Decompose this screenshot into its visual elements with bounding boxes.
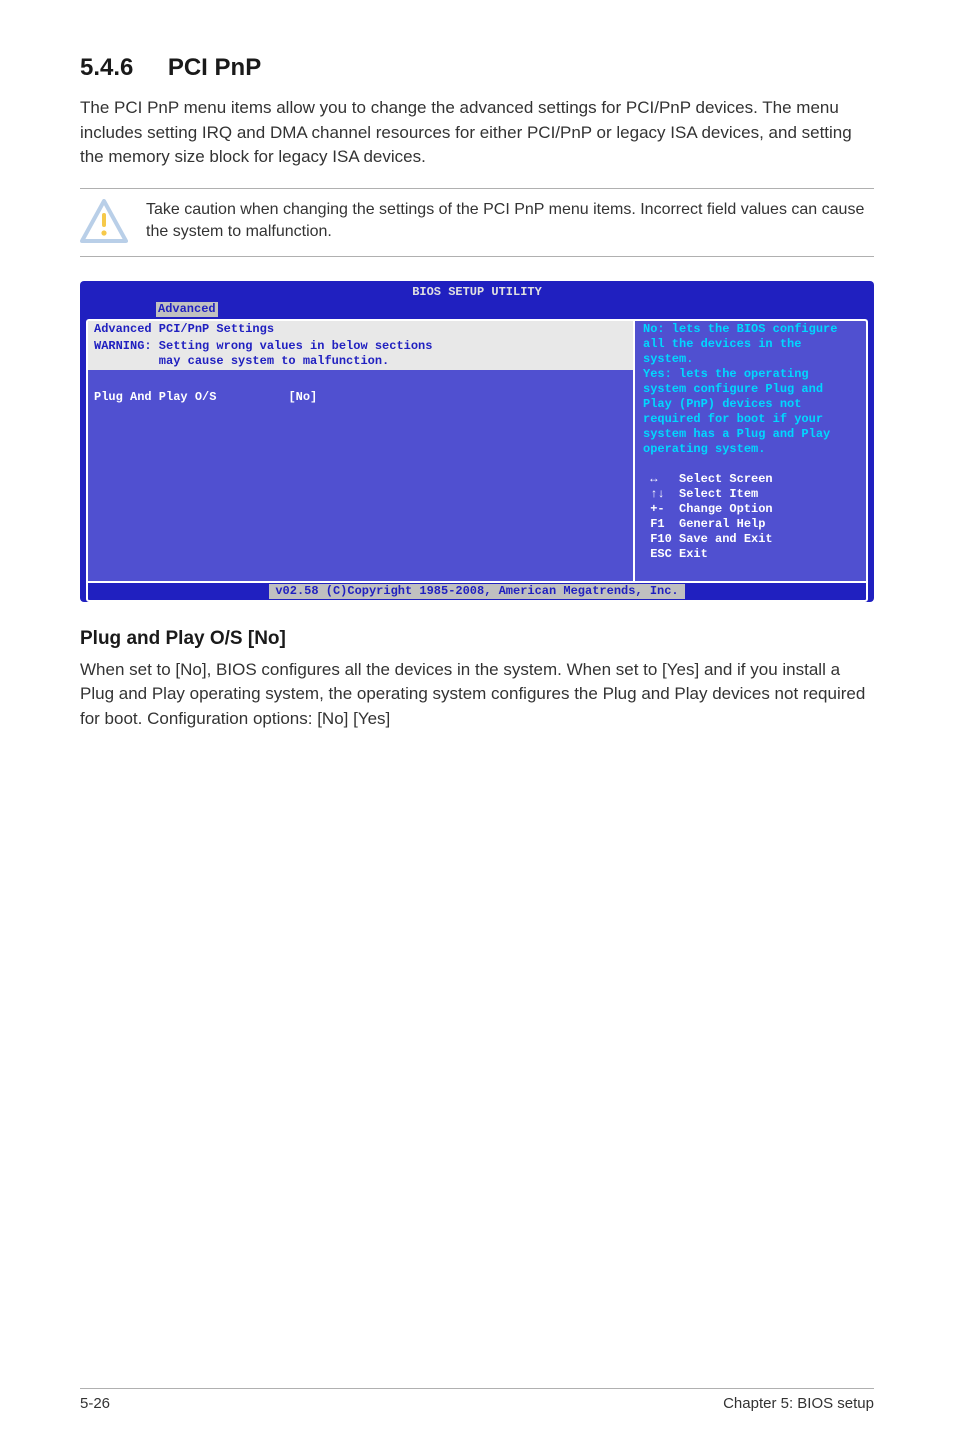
key-label: Select Item [679,487,758,501]
page-footer: 5-26 Chapter 5: BIOS setup [80,1388,874,1412]
arrow-lr-icon: ↔ [650,472,657,486]
bios-tab-bar: Advanced [86,302,868,317]
section-title: PCI PnP [168,54,261,81]
key-label: Exit [679,547,708,561]
bios-help-text: No: lets the BIOS configure all the devi… [643,322,858,457]
bios-warning-line2: may cause system to malfunction. [94,354,389,368]
subsection-header: Plug and Play O/S [No] [80,628,874,650]
bios-footer: v02.58 (C)Copyright 1985-2008, American … [86,581,868,602]
bios-panel: Advanced PCI/PnP Settings WARNING: Setti… [86,319,868,581]
bios-tab-advanced[interactable]: Advanced [156,302,218,317]
key-label: Save and Exit [679,532,773,546]
bios-footer-text: v02.58 (C)Copyright 1985-2008, American … [269,584,684,599]
bios-screenshot: BIOS SETUP UTILITY Advanced Advanced PCI… [80,281,874,602]
section-intro-text: The PCI PnP menu items allow you to chan… [80,96,874,170]
plusminus-icon: +- [650,502,664,516]
chapter-label: Chapter 5: BIOS setup [723,1395,874,1412]
section-number: 5.4.6 [80,54,133,81]
bios-left-warning: WARNING: Setting wrong values in below s… [88,338,633,370]
key-label: Select Screen [679,472,773,486]
f1-icon: F1 [650,517,664,531]
bios-right-pane: No: lets the BIOS configure all the devi… [635,321,866,581]
bios-row-value: [No] [288,390,317,404]
caution-icon [80,199,128,243]
subsection-body: When set to [No], BIOS configures all th… [80,658,874,732]
caution-box: Take caution when changing the settings … [80,188,874,257]
f10-icon: F10 [650,532,672,546]
bios-left-pane: Advanced PCI/PnP Settings WARNING: Setti… [88,321,635,581]
bios-selected-row[interactable]: Plug And Play O/S [No] [88,389,633,406]
key-label: Change Option [679,502,773,516]
section-header: 5.4.6 PCI PnP [80,54,874,82]
bios-left-blank [88,370,633,389]
bios-title: BIOS SETUP UTILITY [86,285,868,300]
page-number: 5-26 [80,1395,110,1412]
caution-text: Take caution when changing the settings … [146,199,874,244]
esc-icon: ESC [650,547,672,561]
bios-warning-line1: WARNING: Setting wrong values in below s… [94,339,432,353]
bios-row-label: Plug And Play O/S [94,390,216,404]
bios-left-heading: Advanced PCI/PnP Settings [88,321,633,338]
bios-key-legend: ↔ Select Screen ↑↓ Select Item +- Change… [643,457,858,577]
arrow-ud-icon: ↑↓ [650,487,664,501]
key-label: General Help [679,517,765,531]
